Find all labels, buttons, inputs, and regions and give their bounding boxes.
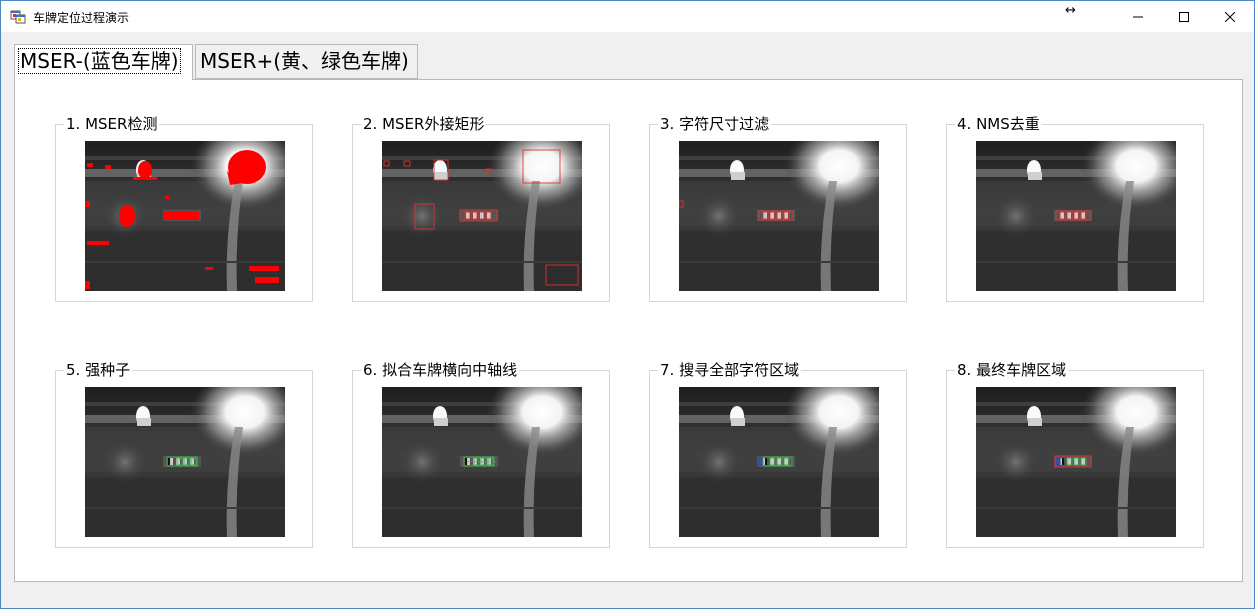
step-group-4: 4. NMS去重: [946, 115, 1204, 302]
step-image: [85, 387, 285, 537]
tab-panel: 1. MSER检测 2. MSER外接矩形 3. 字符尺寸过滤 4. NMS去重…: [14, 79, 1243, 582]
step-title: 3. 字符尺寸过滤: [658, 115, 772, 133]
step-group-3: 3. 字符尺寸过滤: [649, 115, 907, 302]
maximize-button[interactable]: [1161, 1, 1207, 32]
step-group-6: 6. 拟合车牌横向中轴线: [352, 361, 610, 548]
step-group-5: 5. 强种子: [55, 361, 313, 548]
step-title: 8. 最终车牌区域: [955, 361, 1069, 379]
window-title: 车牌定位过程演示: [33, 11, 130, 25]
step-image: [382, 141, 582, 291]
step-title: 7. 搜寻全部字符区域: [658, 361, 802, 379]
step-group-8: 8. 最终车牌区域: [946, 361, 1204, 548]
app-window: 车牌定位过程演示 ↔ MSER-(蓝色车牌) MSER+(黄、绿色车牌) 1. …: [0, 0, 1255, 609]
minimize-icon: [1133, 16, 1143, 17]
title-bar[interactable]: 车牌定位过程演示 ↔: [1, 1, 1254, 32]
step-image: [679, 387, 879, 537]
step-title: 2. MSER外接矩形: [361, 115, 487, 133]
close-button[interactable]: [1207, 1, 1253, 32]
step-image: [679, 141, 879, 291]
step-image: [976, 387, 1176, 537]
step-image: [382, 387, 582, 537]
step-group-2: 2. MSER外接矩形: [352, 115, 610, 302]
step-title: 1. MSER检测: [64, 115, 160, 133]
close-icon: [1225, 11, 1235, 22]
tab-mser-minus[interactable]: MSER-(蓝色车牌): [14, 44, 193, 80]
tab-label: MSER-(蓝色车牌): [18, 48, 181, 74]
step-title: 4. NMS去重: [955, 115, 1042, 133]
step-image: [85, 141, 285, 291]
maximize-icon: [1179, 11, 1189, 22]
step-title: 6. 拟合车牌横向中轴线: [361, 361, 520, 379]
step-group-1: 1. MSER检测: [55, 115, 313, 302]
resize-arrows-icon[interactable]: ↔: [1065, 3, 1076, 18]
app-window-icon: [10, 10, 26, 24]
tab-label: MSER+(黄、绿色车牌): [200, 49, 409, 73]
tab-mser-plus[interactable]: MSER+(黄、绿色车牌): [195, 44, 418, 79]
step-image: [976, 141, 1176, 291]
minimize-button[interactable]: [1115, 1, 1161, 32]
step-title: 5. 强种子: [64, 361, 133, 379]
step-group-7: 7. 搜寻全部字符区域: [649, 361, 907, 548]
